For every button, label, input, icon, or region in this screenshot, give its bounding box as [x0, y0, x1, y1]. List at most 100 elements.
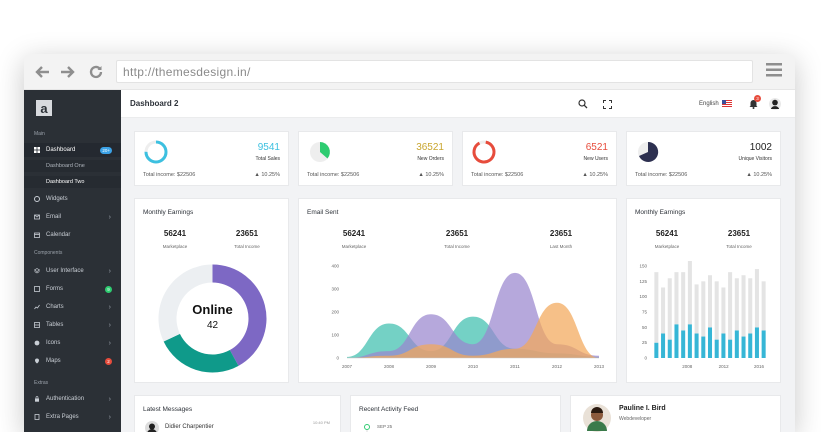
search-icon[interactable] [577, 98, 589, 110]
back-arrow-icon[interactable] [32, 62, 52, 82]
app-logo[interactable]: a [36, 100, 52, 116]
sidebar-item-label: Authentication [46, 396, 85, 402]
bar [761, 330, 766, 358]
stat-card-new-orders: 36521 New Orders Total income: $22506 ▲ … [298, 131, 453, 186]
stat-change: ▲ 10.25% [254, 172, 280, 178]
sidebar-item-label: Extra Pages [46, 414, 79, 420]
x-tick-label: 2013 [594, 364, 605, 369]
stat-label: New Users [583, 156, 608, 162]
sidebar-subitem-dashboard-one[interactable]: Dashboard One [24, 160, 121, 172]
chevron-right-icon: › [108, 321, 111, 329]
stat-income: Total income: $22506 [471, 172, 524, 178]
sidebar-item-label: Widgets [46, 196, 68, 202]
bar [748, 333, 753, 358]
bar [741, 275, 746, 337]
stat-value: 36521 [416, 142, 444, 153]
sidebar-item-tables[interactable]: Tables › [24, 318, 121, 332]
sidebar-section-components: Components [34, 250, 63, 256]
fullscreen-icon[interactable] [601, 98, 613, 110]
sidebar-item-user-interface[interactable]: User Interface › [24, 264, 121, 278]
new-orders-donut [310, 142, 330, 162]
bar [701, 281, 706, 337]
sidebar-item-charts[interactable]: Charts › [24, 300, 121, 314]
bar [707, 275, 713, 328]
sidebar-item-calendar[interactable]: Calendar [24, 228, 121, 242]
chart-line-icon [34, 304, 40, 310]
y-tick-label: 75 [642, 310, 648, 315]
sidebar-item-authentication[interactable]: Authentication › [24, 392, 121, 406]
stat-card-unique-visitors: 1002 Unique Visitors Total income: $2250… [626, 131, 781, 186]
forward-arrow-icon[interactable] [58, 62, 78, 82]
address-bar[interactable]: http://themesdesign.in/ [116, 60, 753, 83]
bar [694, 284, 699, 334]
sidebar-item-forms[interactable]: Forms 9 [24, 282, 121, 296]
area-chart-plot [347, 272, 599, 358]
chevron-right-icon: › [108, 413, 111, 421]
timeline-dot-icon [364, 424, 370, 432]
browser-menu-icon[interactable] [766, 63, 782, 79]
notification-bell-icon[interactable]: 3 [747, 95, 761, 110]
profile-avatar [583, 404, 611, 432]
bar [734, 330, 739, 358]
message-sender[interactable]: Didier Charpentier [165, 424, 214, 430]
stat-value: 9541 [257, 142, 280, 153]
dashboard-badge: 20+ [100, 146, 112, 154]
maps-badge: 2 [105, 357, 112, 365]
metric-total-income: 23651 Total Income [709, 229, 769, 249]
profile-name: Pauline I. Bird [619, 405, 666, 412]
x-tick-label: 2009 [426, 364, 437, 369]
monthly-earnings-bar-chart: 0 25 50 75 100 125 150 2008 2012 2016 [639, 261, 766, 369]
sidebar-item-extra-pages[interactable]: Extra Pages › [24, 410, 121, 424]
x-tick-label: 2011 [510, 364, 520, 369]
metric-value: 23651 [549, 229, 573, 238]
metric-marketplace: 56241 Marketplace [324, 229, 384, 249]
chevron-right-icon: › [108, 395, 111, 403]
bar [654, 342, 659, 358]
bar [674, 324, 679, 358]
metric-value: 56241 [655, 229, 679, 238]
metric-value: 23651 [235, 229, 259, 238]
bar [728, 339, 733, 358]
bar [741, 336, 746, 358]
y-tick-label: 100 [639, 294, 647, 299]
sidebar-item-dashboard[interactable]: Dashboard 20+ [24, 143, 121, 157]
language-label: English [699, 100, 719, 107]
sidebar-item-label: Dashboard [46, 147, 76, 153]
bar [714, 281, 719, 340]
chevron-right-icon: › [108, 339, 111, 347]
table-icon [34, 322, 40, 328]
bar [754, 327, 759, 358]
sidebar-item-widgets[interactable]: Widgets [24, 192, 121, 206]
y-tick-label: 0 [336, 356, 339, 361]
sidebar-item-email[interactable]: Email › [24, 210, 121, 224]
sidebar-item-label: User Interface [46, 268, 84, 274]
bar [654, 272, 659, 343]
donut-center-label: Online [192, 302, 232, 317]
sidebar-section-main: Main [34, 131, 45, 137]
metric-label: Last Month [549, 244, 573, 249]
sidebar-subitem-dashboard-two[interactable]: Dashboard Two [24, 176, 121, 188]
reload-icon[interactable] [86, 62, 106, 82]
chevron-right-icon: › [108, 267, 111, 275]
bar [748, 278, 753, 334]
metric-label: Total Income [444, 244, 470, 249]
widgets-icon [34, 196, 40, 202]
recent-activity-card: Recent Activity Feed SEP 25 [350, 395, 561, 432]
sidebar-item-label: Tables [46, 322, 64, 328]
metric-total-income: 23651 Total Income [427, 229, 487, 249]
language-selector[interactable]: English [699, 100, 732, 107]
sidebar-item-label: Charts [46, 304, 64, 310]
user-avatar[interactable] [769, 98, 781, 110]
card-title: Email Sent [307, 209, 339, 216]
metric-marketplace: 56241 Marketplace [145, 229, 205, 249]
sidebar-item-label: Calendar [46, 232, 71, 238]
bar [667, 278, 672, 340]
metric-last-month: 23651 Last Month [531, 229, 591, 249]
metric-label: Total Income [726, 244, 752, 249]
y-tick-label: 200 [331, 310, 339, 315]
sidebar-item-maps[interactable]: Maps 2 [24, 354, 121, 368]
top-header: Dashboard 2 English 3 [121, 90, 795, 118]
metric-value: 23651 [727, 229, 751, 238]
card-title: Monthly Earnings [635, 209, 686, 216]
sidebar-item-icons[interactable]: Icons › [24, 336, 121, 350]
